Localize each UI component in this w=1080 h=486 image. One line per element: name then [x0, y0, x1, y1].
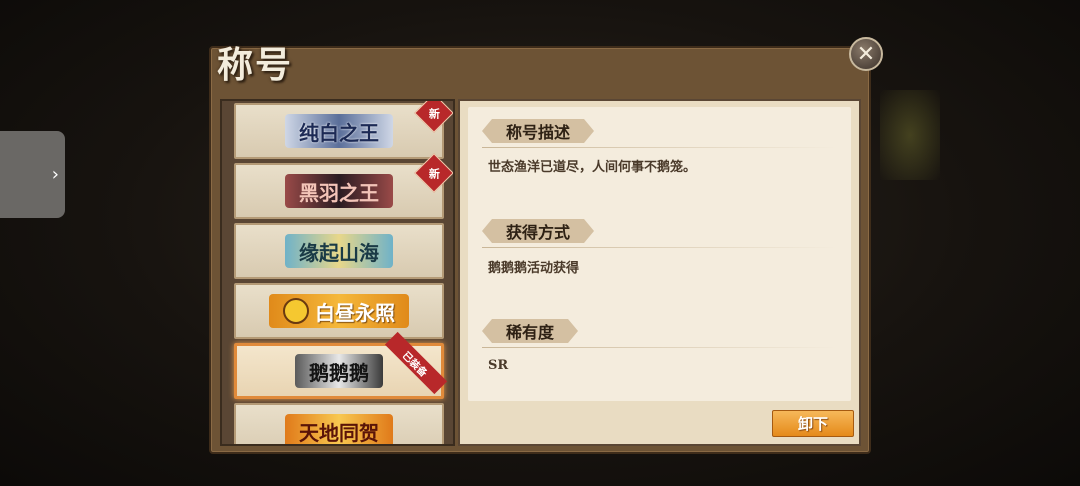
mascot-face-icon [283, 298, 309, 324]
description-text: 世态渔洋已道尽，人间何事不鹅笼。 [488, 160, 697, 175]
title-item-heaven-earth[interactable]: 天地同贺 [234, 403, 444, 445]
title-item-mountain-sea[interactable]: 缘起山海 [234, 223, 444, 279]
new-badge: 新 [414, 101, 453, 133]
rarity-text: SR [488, 358, 509, 373]
title-banner: 黑羽之王 [285, 174, 393, 208]
detail-content: 称号描述 世态渔洋已道尽，人间何事不鹅笼。 获得方式 鹅鹅鹅活动获得 稀有度 S… [468, 107, 851, 401]
close-icon: ✕ [856, 41, 876, 67]
title-name: 白昼永照 [315, 300, 395, 325]
title-list[interactable]: 纯白之王 新 黑羽之王 新 缘起山海 白昼永照 鹅鹅鹅 已装备 天地同贺 [220, 99, 455, 446]
title-item-goose[interactable]: 鹅鹅鹅 已装备 [234, 331, 448, 399]
title-item-eternal-day[interactable]: 白昼永照 [234, 283, 444, 339]
new-badge: 新 [414, 153, 453, 193]
side-expand-tab[interactable]: › [0, 131, 65, 218]
obtain-method-label: 获得方式 [482, 219, 594, 243]
title-banner: 纯白之王 [285, 114, 393, 148]
title-banner: 鹅鹅鹅 [295, 354, 383, 388]
title-banner: 缘起山海 [285, 234, 393, 268]
title-name: 天地同贺 [299, 420, 379, 445]
title-name: 黑羽之王 [299, 180, 379, 205]
title-detail-box: 称号描述 世态渔洋已道尽，人间何事不鹅笼。 获得方式 鹅鹅鹅活动获得 稀有度 S… [458, 99, 861, 446]
title-name: 缘起山海 [299, 240, 379, 265]
divider [482, 147, 837, 148]
new-badge-label: 新 [428, 107, 440, 120]
title-item-black-feather-king[interactable]: 黑羽之王 新 [234, 153, 453, 219]
divider [482, 347, 837, 348]
title-banner: 白昼永照 [269, 294, 409, 328]
title-name: 鹅鹅鹅 [309, 360, 369, 385]
rarity-label: 稀有度 [482, 319, 578, 343]
divider [482, 247, 837, 248]
close-button[interactable]: ✕ [849, 37, 883, 71]
equipped-ribbon: 已装备 [384, 331, 448, 395]
description-label: 称号描述 [482, 119, 594, 143]
title-name: 纯白之王 [299, 120, 379, 145]
chevron-right-icon: › [51, 164, 59, 185]
obtain-method-text: 鹅鹅鹅活动获得 [488, 261, 580, 276]
title-banner: 天地同贺 [285, 414, 393, 445]
title-item-pure-white-king[interactable]: 纯白之王 新 [234, 101, 453, 159]
new-badge-label: 新 [428, 167, 440, 180]
unequip-button[interactable]: 卸下 [772, 410, 854, 437]
page-title: 称号 [217, 44, 294, 86]
background-glow [880, 90, 940, 180]
